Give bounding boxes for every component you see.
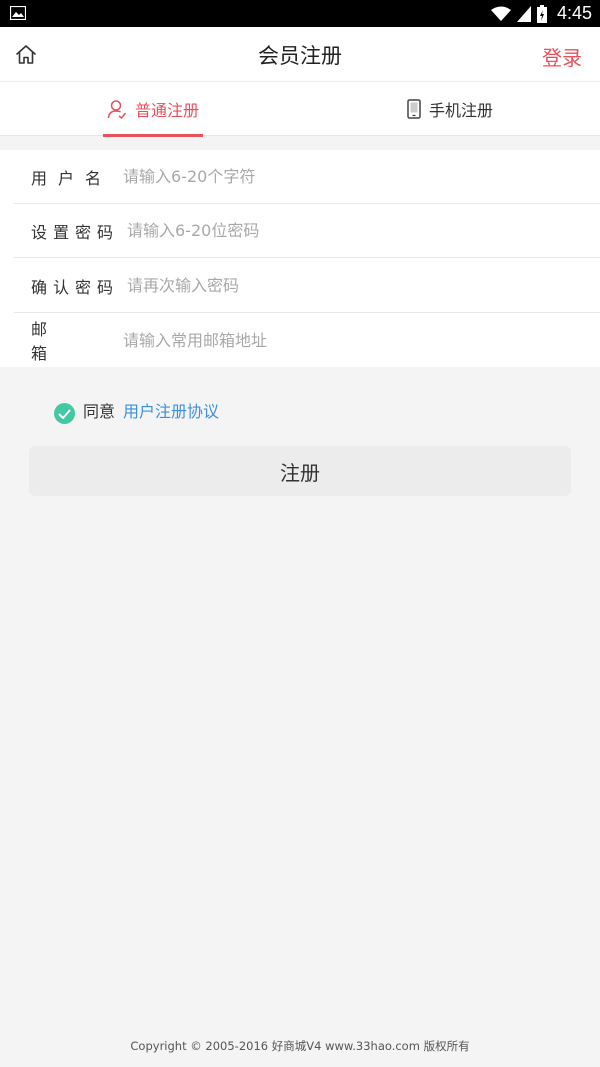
- check-icon: [58, 408, 71, 419]
- signal-icon: [516, 5, 531, 22]
- username-input[interactable]: [123, 167, 553, 186]
- username-label: 用户名: [31, 168, 109, 188]
- username-row: 用户名: [14, 150, 600, 204]
- copyright-footer: Copyright © 2005-2016 好商城V4 www.33hao.co…: [130, 1039, 470, 1053]
- clock-time: 4:45: [556, 3, 592, 23]
- agreement-row: 同意 用户注册协议: [54, 395, 219, 424]
- wifi-icon: [490, 6, 511, 21]
- status-bar: 4:45: [0, 0, 600, 27]
- tab-normal-label: 普通注册: [134, 101, 199, 120]
- password-input[interactable]: [127, 221, 557, 240]
- email-input[interactable]: [123, 330, 553, 350]
- confirm-password-row: 确认密码: [14, 259, 600, 313]
- page-title: 会员注册: [258, 44, 342, 68]
- confirm-password-input[interactable]: [127, 276, 557, 295]
- tab-phone-register[interactable]: 手机注册: [400, 82, 500, 136]
- agreement-link[interactable]: 用户注册协议: [123, 398, 219, 422]
- image-notification-icon: [10, 6, 26, 20]
- password-row: 设置密码: [14, 204, 600, 258]
- register-tabs: 普通注册 手机注册: [0, 82, 600, 136]
- confirm-password-label: 确认密码: [31, 277, 113, 297]
- battery-icon: [536, 4, 547, 23]
- agree-checkbox[interactable]: [54, 403, 75, 424]
- active-tab-indicator: [103, 134, 203, 137]
- phone-icon: [407, 99, 421, 119]
- login-link[interactable]: 登录: [542, 42, 582, 71]
- register-button[interactable]: 注册: [29, 446, 571, 496]
- agree-text: 同意: [83, 401, 116, 421]
- tab-normal-register[interactable]: 普通注册: [103, 82, 203, 136]
- tab-phone-label: 手机注册: [428, 101, 493, 120]
- register-form: 用户名 设置密码 确认密码 邮箱: [0, 150, 600, 367]
- app-header: 会员注册 登录: [0, 27, 600, 82]
- password-label: 设置密码: [31, 222, 113, 242]
- email-label: 邮箱: [31, 320, 82, 363]
- user-icon: [107, 100, 127, 119]
- email-row: 邮箱: [14, 313, 600, 367]
